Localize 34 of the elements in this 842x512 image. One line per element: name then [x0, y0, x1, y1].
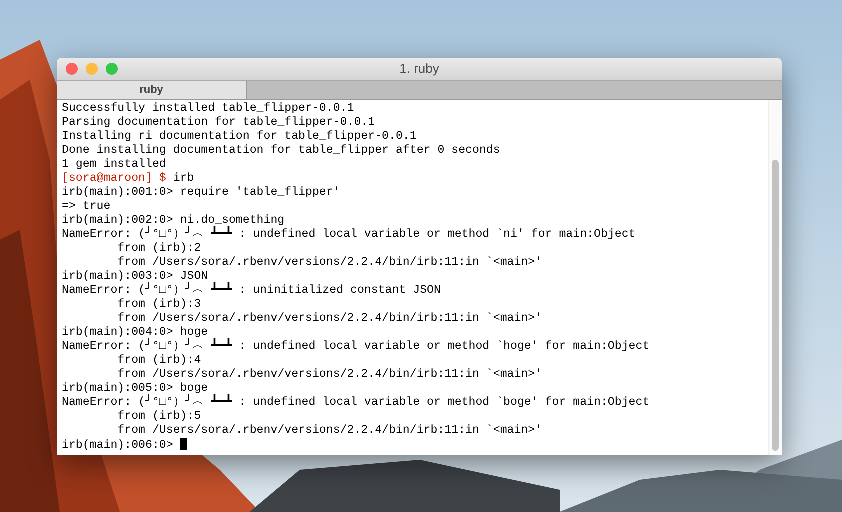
terminal-line: Done installing documentation for table_flipper after 0 seconds — [62, 144, 500, 158]
terminal-line: from /Users/sora/.rbenv/versions/2.2.4/bin/irb:11:in `<main>' — [116, 256, 542, 270]
terminal-line: irb(main):003:0> JSON — [62, 270, 208, 283]
text-cursor — [180, 438, 188, 450]
terminal-line: Parsing documentation for table_flipper-0.0.1 — [62, 116, 376, 130]
terminal-line: NameError: (╯°□°）╯︵ ┻━┻ : undefined local variable or method `hoge' for main:Object — [62, 340, 650, 354]
minimize-button[interactable] — [86, 63, 98, 75]
terminal-line: NameError: (╯°□°）╯︵ ┻━┻ : uninitialized constant JSON — [62, 284, 441, 298]
terminal-line: from (irb):5 — [116, 410, 202, 424]
command-text: irb — [172, 172, 194, 185]
terminal-line: irb(main):005:0> boge — [62, 382, 208, 395]
terminal-line: from /Users/sora/.rbenv/versions/2.2.4/bin/irb:11:in `<main>' — [116, 312, 542, 326]
close-button[interactable] — [66, 63, 78, 75]
scrollbar[interactable] — [768, 100, 782, 455]
terminal-line: Successfully installed table_flipper-0.0.1 — [62, 102, 354, 116]
terminal-line: from /Users/sora/.rbenv/versions/2.2.4/bin/irb:11:in `<main>' — [116, 424, 542, 438]
terminal-line: 1 gem installed — [62, 158, 166, 172]
tab[interactable]: ruby — [57, 81, 247, 99]
terminal-line: irb(main):002:0> ni.do_something — [62, 214, 285, 227]
terminal-line: from (irb):4 — [116, 354, 202, 368]
scrollbar-thumb[interactable] — [772, 160, 779, 451]
terminal-line: irb(main):004:0> hoge — [62, 326, 208, 339]
terminal-line: irb(main):001:0> require 'table_flipper' — [62, 186, 340, 200]
terminal-line: from /Users/sora/.rbenv/versions/2.2.4/bin/irb:11:in `<main>' — [116, 368, 542, 382]
shell-prompt: [sora@maroon] $ — [62, 172, 166, 185]
terminal-line: from (irb):2 — [116, 242, 202, 256]
window-title: 1. ruby — [400, 60, 440, 78]
terminal-line: NameError: (╯°□°）╯︵ ┻━┻ : undefined local variable or method `ni' for main:Object — [62, 228, 636, 242]
irb-prompt: irb(main):006:0> — [62, 439, 174, 452]
terminal-line: => true — [62, 200, 111, 214]
zoom-button[interactable] — [106, 63, 118, 75]
terminal-line: Installing ri documentation for table_flipper-0.0.1 — [62, 130, 417, 144]
terminal-line: from (irb):3 — [116, 298, 202, 312]
terminal-line: NameError: (╯°□°）╯︵ ┻━┻ : undefined local variable or method `boge' for main:Object — [62, 396, 650, 410]
